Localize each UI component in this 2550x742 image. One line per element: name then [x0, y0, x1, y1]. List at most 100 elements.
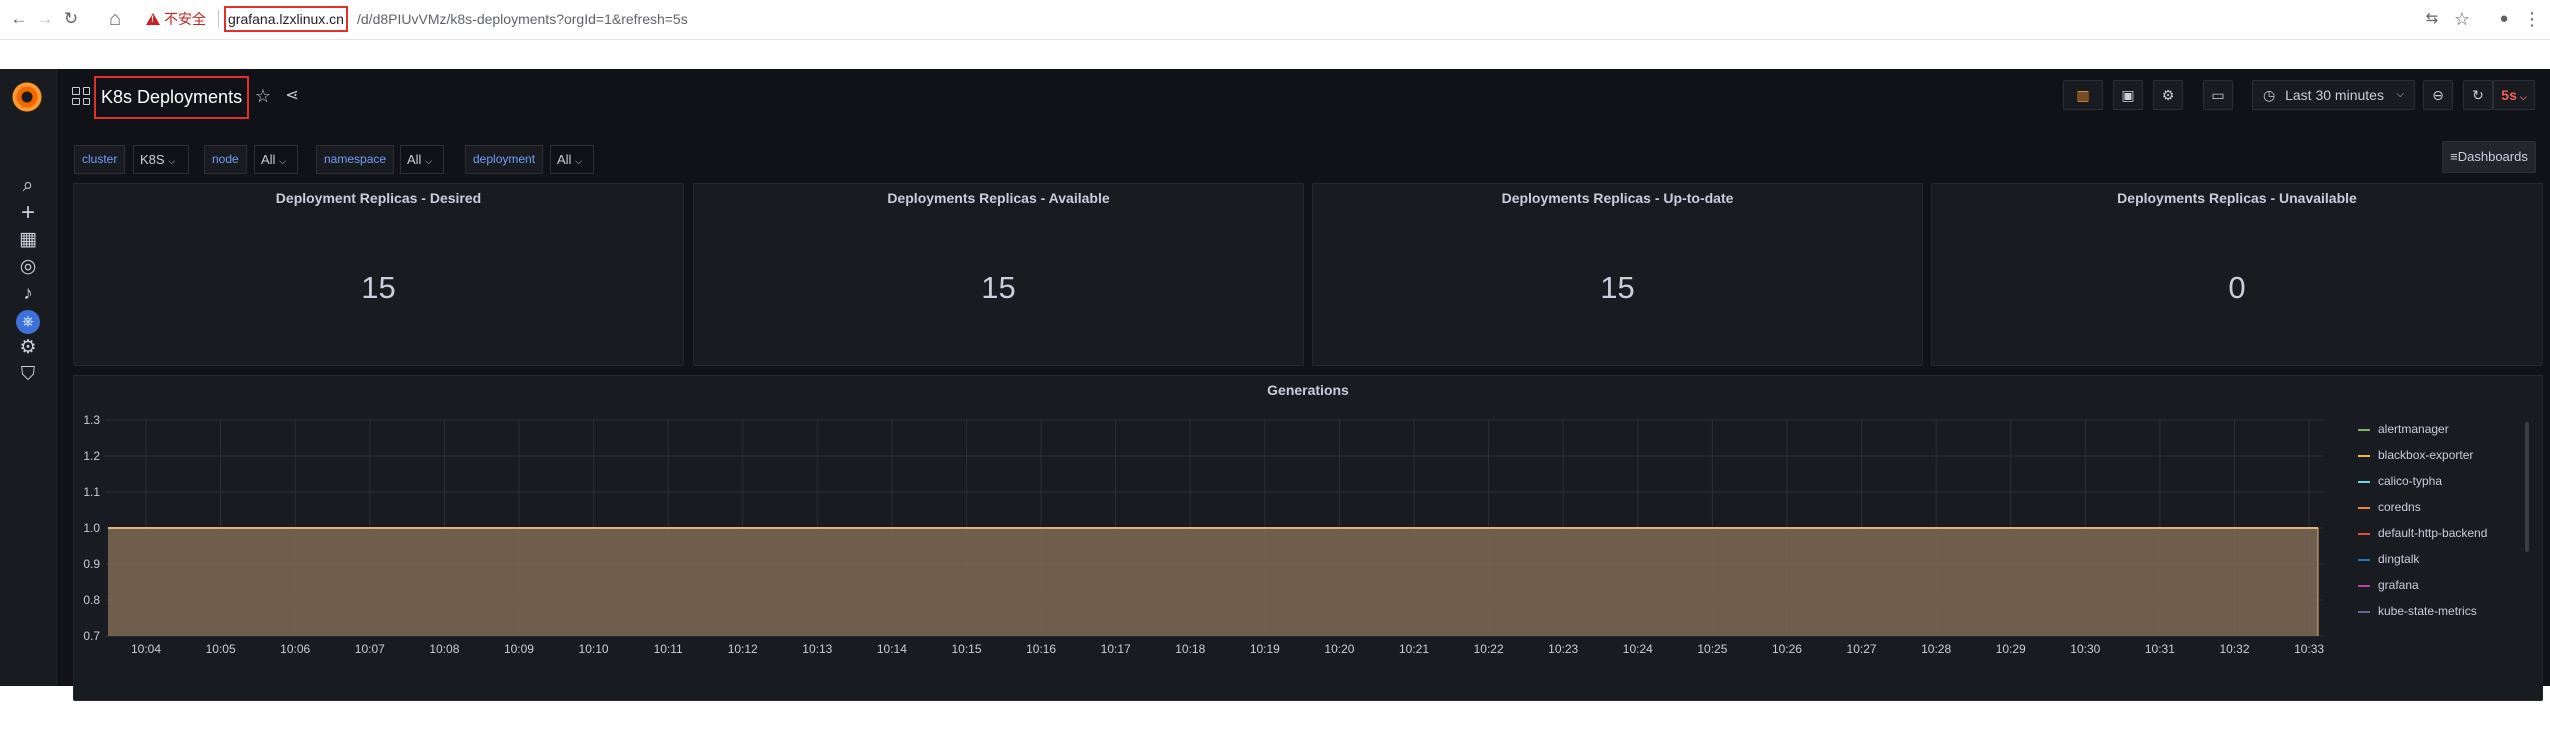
x-tick-label: 10:28 — [1921, 642, 1951, 656]
chevron-down-icon: ⌵ — [168, 156, 176, 166]
dashboards-icon[interactable]: ▦ — [14, 226, 42, 254]
y-tick-label: 0.9 — [83, 557, 100, 571]
back-icon[interactable]: ← — [8, 8, 30, 30]
grafana-logo-icon[interactable] — [11, 81, 43, 113]
explore-icon[interactable]: ◎ — [14, 253, 42, 281]
stat-value: 15 — [1600, 270, 1635, 305]
alerting-icon[interactable]: ♪ — [14, 280, 42, 308]
variable-select-deployment[interactable]: All ⌵ — [550, 145, 594, 174]
x-tick-label: 10:11 — [654, 642, 683, 656]
legend-item-kube-state-metrics[interactable]: kube-state-metrics — [2358, 601, 2477, 621]
legend-item-grafana[interactable]: grafana — [2358, 575, 2419, 595]
x-tick-label: 10:25 — [1697, 642, 1727, 656]
refresh-interval-picker[interactable]: 5s ⌵ — [2493, 80, 2535, 110]
watermark: https://blog.csdn.net/miss1181248983 — [2270, 725, 2522, 742]
x-tick-label: 10:21 — [1399, 642, 1429, 656]
dashboards-link[interactable]: ≡Dashboards — [2442, 141, 2536, 173]
legend-item-calico-typha[interactable]: calico-typha — [2358, 471, 2442, 491]
shield-icon[interactable]: ⛉ — [14, 361, 42, 389]
x-tick-label: 10:14 — [877, 642, 907, 656]
legend-label: dingtalk — [2378, 552, 2420, 566]
x-tick-label: 10:23 — [1548, 642, 1578, 656]
home-icon[interactable]: ⌂ — [104, 8, 126, 30]
legend-item-coredns[interactable]: coredns — [2358, 497, 2421, 517]
stat-panel-up-to-date[interactable]: Deployments Replicas - Up-to-date 15 — [1312, 183, 1923, 366]
search-icon[interactable]: ⌕ — [14, 172, 42, 200]
create-icon[interactable]: + — [14, 199, 42, 227]
dashboard-settings-button[interactable]: ⚙ — [2153, 80, 2183, 110]
legend-item-default-http-backend[interactable]: default-http-backend — [2358, 523, 2487, 543]
dashboards-link-label: Dashboards — [2457, 149, 2528, 164]
x-tick-label: 10:04 — [131, 642, 161, 656]
share-icon[interactable]: ⋖ — [281, 85, 303, 107]
time-range-picker[interactable]: ◷ Last 30 minutes ⌵ — [2252, 80, 2415, 110]
generations-chart[interactable]: 1.3 1.2 1.1 1.0 0.9 0.8 0.7 10:04 10:05 10:06 10:0… — [73, 375, 2363, 701]
reload-icon[interactable]: ↻ — [60, 8, 82, 30]
variable-value: All — [261, 152, 276, 167]
tv-mode-button[interactable]: ▭ — [2203, 80, 2233, 110]
x-tick-label: 10:31 — [2145, 642, 2175, 656]
x-tick-label: 10:15 — [951, 642, 981, 656]
save-dashboard-button[interactable]: ▣ — [2113, 80, 2143, 110]
url-host-highlight[interactable]: grafana.lzxlinux.cn — [224, 6, 348, 32]
variable-select-cluster[interactable]: K8S ⌵ — [133, 145, 189, 174]
kubernetes-icon[interactable]: ⎈ — [16, 310, 40, 334]
x-tick-label: 10:16 — [1026, 642, 1056, 656]
panel-title: Deployments Replicas - Up-to-date — [1501, 190, 1734, 206]
legend-label: calico-typha — [2378, 474, 2443, 488]
panel-title: Deployment Replicas - Desired — [275, 190, 482, 206]
legend-swatch — [2358, 506, 2370, 509]
legend-item-blackbox-exporter[interactable]: blackbox-exporter — [2358, 445, 2473, 465]
variable-select-namespace[interactable]: All ⌵ — [400, 145, 444, 174]
variable-value: All — [557, 152, 572, 167]
translate-icon[interactable]: ⇆ — [2421, 8, 2443, 30]
browser-menu-icon[interactable]: ⋮ — [2521, 8, 2543, 30]
refresh-interval-label: 5s — [2501, 87, 2517, 103]
legend-swatch — [2358, 454, 2370, 457]
legend-scrollbar[interactable] — [2525, 422, 2529, 552]
security-label: 不安全 — [164, 11, 206, 27]
refresh-button[interactable]: ↻ — [2463, 80, 2493, 110]
x-tick-label: 10:27 — [1847, 642, 1877, 656]
dashboard-grid-icon[interactable] — [72, 87, 90, 105]
x-tick-label: 10:30 — [2070, 642, 2100, 656]
address-divider — [218, 10, 219, 28]
account-icon[interactable]: ● — [2493, 8, 2515, 30]
add-panel-button[interactable]: ▥ — [2063, 80, 2103, 110]
forward-icon[interactable]: → — [34, 8, 56, 30]
legend-item-dingtalk[interactable]: dingtalk — [2358, 549, 2419, 569]
x-tick-label: 10:09 — [504, 642, 534, 656]
grafana-app: ⌕ + ▦ ◎ ♪ ⎈ ⚙ ⛉ K8s Deployments ☆ ⋖ ▥ ▣ … — [0, 69, 2550, 742]
x-tick-label: 10:20 — [1324, 642, 1354, 656]
legend-label: kube-state-metrics — [2378, 604, 2477, 618]
stat-value: 0 — [2228, 270, 2246, 305]
zoom-out-button[interactable]: ⊖ — [2423, 80, 2453, 110]
legend-label: alertmanager — [2378, 422, 2449, 436]
dashboard-title[interactable]: K8s Deployments — [94, 76, 250, 119]
stat-panel-available[interactable]: Deployments Replicas - Available 15 — [693, 183, 1304, 366]
stat-panel-unavailable[interactable]: Deployments Replicas - Unavailable 0 — [1931, 183, 2543, 366]
y-tick-label: 0.8 — [83, 593, 100, 607]
x-tick-label: 10:18 — [1175, 642, 1205, 656]
x-tick-label: 10:32 — [2219, 642, 2249, 656]
x-tick-label: 10:13 — [802, 642, 832, 656]
panel-title: Deployments Replicas - Unavailable — [2117, 190, 2357, 206]
chevron-down-icon: ⌵ — [2519, 92, 2527, 102]
legend-label: coredns — [2378, 500, 2421, 514]
bookmark-star-icon[interactable]: ☆ — [2451, 8, 2473, 30]
url-path[interactable]: /d/d8PIUvVMz/k8s-deployments?orgId=1&ref… — [357, 9, 688, 29]
stat-panel-desired[interactable]: Deployment Replicas - Desired 15 — [73, 183, 684, 366]
x-tick-label: 10:08 — [429, 642, 459, 656]
x-tick-label: 10:10 — [579, 642, 609, 656]
security-warning[interactable]: 不安全 — [146, 9, 206, 29]
legend-swatch — [2358, 532, 2370, 535]
warning-icon — [146, 13, 160, 25]
y-tick-label: 1.0 — [83, 521, 100, 535]
legend-swatch — [2358, 428, 2370, 431]
star-icon[interactable]: ☆ — [252, 85, 274, 107]
legend-item-alertmanager[interactable]: alertmanager — [2358, 419, 2449, 439]
x-tick-label: 10:29 — [1996, 642, 2026, 656]
configuration-icon[interactable]: ⚙ — [14, 334, 42, 362]
variable-select-node[interactable]: All ⌵ — [254, 145, 298, 174]
variable-value: All — [407, 152, 422, 167]
